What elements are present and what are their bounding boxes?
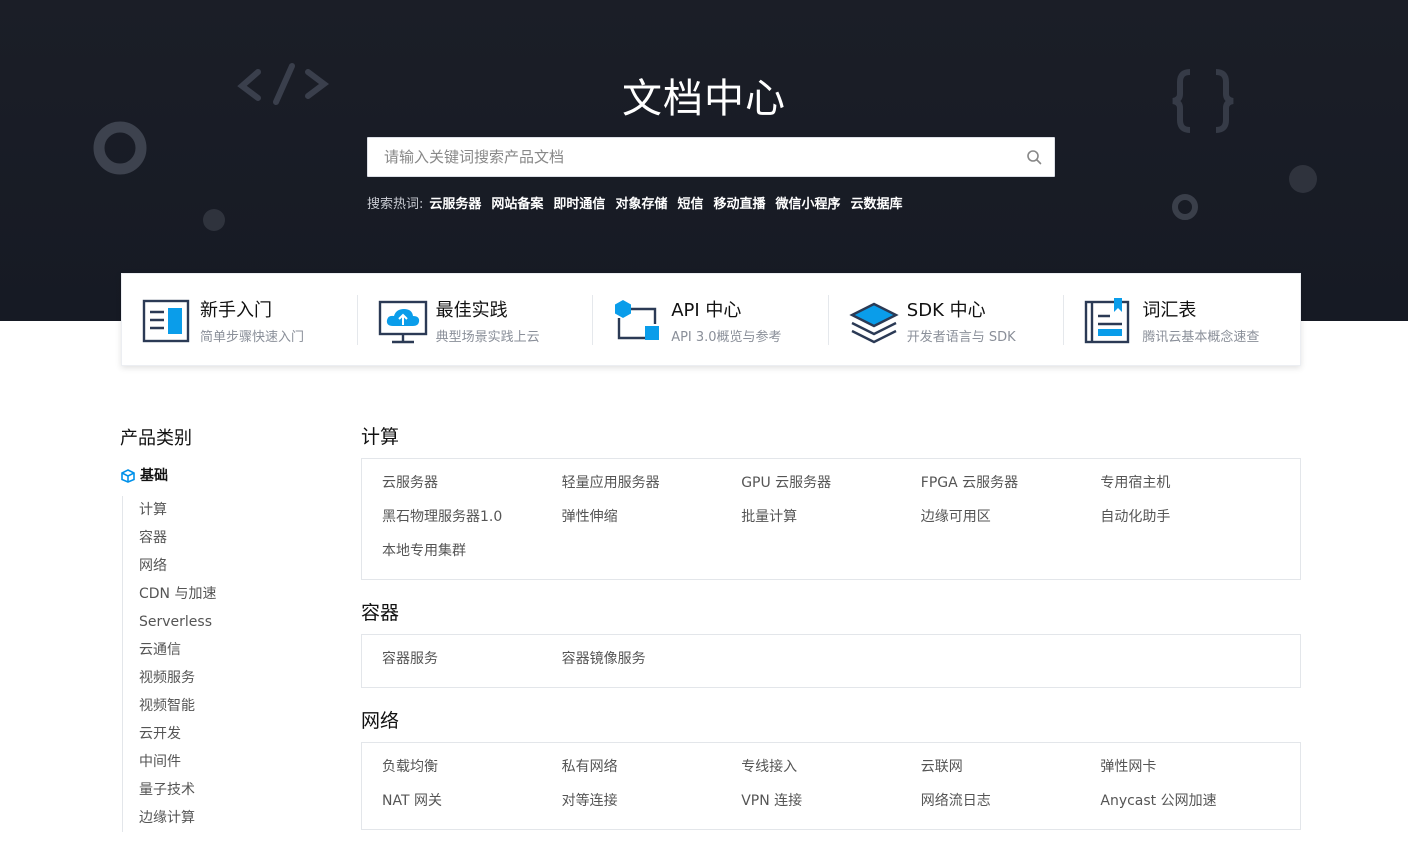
hot-keyword[interactable]: 即时通信 <box>553 197 605 212</box>
sidebar-item-edge[interactable]: 边缘计算 <box>139 804 330 832</box>
sidebar-item-serverless[interactable]: Serverless <box>139 608 330 636</box>
quick-link-desc: API 3.0概览与参考 <box>671 330 782 345</box>
product-link[interactable]: 云联网 <box>921 754 1101 788</box>
hot-keyword[interactable]: 对象存储 <box>615 197 667 212</box>
quick-link-getting-started[interactable]: 新手入门 简单步骤快速入门 <box>122 274 358 367</box>
product-link[interactable]: 网络流日志 <box>921 788 1101 822</box>
product-link[interactable]: 负载均衡 <box>382 754 562 788</box>
quick-link-api-center[interactable]: API 中心 API 3.0概览与参考 <box>593 274 829 367</box>
ring-decoration-right <box>1172 194 1198 220</box>
product-link[interactable]: 专线接入 <box>741 754 921 788</box>
sidebar-item-communication[interactable]: 云通信 <box>139 636 330 664</box>
hot-keyword[interactable]: 移动直播 <box>713 197 765 212</box>
quick-link-best-practice[interactable]: 最佳实践 典型场景实践上云 <box>358 274 594 367</box>
sidebar-item-cloud-dev[interactable]: 云开发 <box>139 720 330 748</box>
product-panel: 云服务器 轻量应用服务器 GPU 云服务器 FPGA 云服务器 专用宿主机 黑石… <box>361 458 1301 580</box>
search-icon[interactable] <box>1026 149 1042 165</box>
dot-decoration-right <box>1289 165 1317 193</box>
sidebar-item-compute[interactable]: 计算 <box>139 496 330 524</box>
quick-link-glossary[interactable]: 词汇表 腾讯云基本概念速查 <box>1064 274 1300 367</box>
sidebar-item-middleware[interactable]: 中间件 <box>139 748 330 776</box>
cloud-monitor-icon <box>378 300 427 344</box>
hot-keywords: 搜索热词: 云服务器 网站备案 即时通信 对象存储 短信 移动直播 微信小程序 云数据库 <box>367 193 907 212</box>
product-link[interactable]: 专用宿主机 <box>1100 470 1280 504</box>
sidebar-title: 产品类别 <box>120 428 192 449</box>
product-link[interactable]: 容器服务 <box>382 646 562 680</box>
dot-decoration <box>203 209 225 231</box>
quick-link-desc: 开发者语言与 SDK <box>906 330 1016 345</box>
search-input[interactable] <box>368 138 1008 176</box>
product-link[interactable]: 私有网络 <box>562 754 742 788</box>
quick-link-title: SDK 中心 <box>906 300 986 321</box>
section-title: 计算 <box>361 426 400 448</box>
section-compute: 计算 云服务器 轻量应用服务器 GPU 云服务器 FPGA 云服务器 专用宿主机… <box>361 424 1301 580</box>
quick-link-title: 新手入门 <box>200 300 272 321</box>
product-link[interactable]: 容器镜像服务 <box>562 646 742 680</box>
quick-link-title: API 中心 <box>671 300 742 321</box>
layers-icon <box>849 302 899 344</box>
sidebar-item-video-ai[interactable]: 视频智能 <box>139 692 330 720</box>
product-link[interactable]: 批量计算 <box>741 504 921 538</box>
sidebar-item-network[interactable]: 网络 <box>139 552 330 580</box>
hot-keywords-label: 搜索热词: <box>367 197 424 212</box>
product-link[interactable]: 对等连接 <box>562 788 742 822</box>
category-list: 计算 容器 网络 CDN 与加速 Serverless 云通信 视频服务 视频智… <box>122 496 330 832</box>
hot-keyword[interactable]: 云服务器 <box>429 197 481 212</box>
product-link[interactable]: 轻量应用服务器 <box>562 470 742 504</box>
glossary-icon <box>1085 298 1130 344</box>
product-link[interactable]: 云服务器 <box>382 470 562 504</box>
hot-keyword[interactable]: 云数据库 <box>851 197 903 212</box>
product-link[interactable]: FPGA 云服务器 <box>921 470 1101 504</box>
product-panel: 容器服务 容器镜像服务 <box>361 634 1301 688</box>
category-basic[interactable]: 基础 <box>120 464 330 488</box>
quick-link-title: 最佳实践 <box>435 300 508 321</box>
quick-link-sdk-center[interactable]: SDK 中心 开发者语言与 SDK <box>829 274 1065 367</box>
hot-keyword[interactable]: 微信小程序 <box>775 197 840 212</box>
quick-link-title: 词汇表 <box>1142 300 1197 321</box>
product-sections: 计算 云服务器 轻量应用服务器 GPU 云服务器 FPGA 云服务器 专用宿主机… <box>361 424 1301 850</box>
page-title: 文档中心 <box>622 76 786 122</box>
search-box <box>367 137 1055 177</box>
product-panel: 负载均衡 私有网络 专线接入 云联网 弹性网卡 NAT 网关 对等连接 VPN … <box>361 742 1301 830</box>
sidebar-item-cdn[interactable]: CDN 与加速 <box>139 580 330 608</box>
category-label: 基础 <box>140 468 168 484</box>
book-icon <box>142 299 190 343</box>
product-link[interactable]: GPU 云服务器 <box>741 470 921 504</box>
product-link[interactable]: 自动化助手 <box>1100 504 1280 538</box>
product-link[interactable]: NAT 网关 <box>382 788 562 822</box>
sidebar-item-video-service[interactable]: 视频服务 <box>139 664 330 692</box>
section-title: 容器 <box>361 602 400 624</box>
cube-icon <box>121 469 135 483</box>
quick-link-desc: 典型场景实践上云 <box>435 330 540 345</box>
section-container: 容器 容器服务 容器镜像服务 <box>361 600 1301 688</box>
product-link[interactable]: 弹性伸缩 <box>562 504 742 538</box>
product-category-sidebar: 产品类别 基础 计算 容器 网络 CDN 与加速 Serverless 云通信 … <box>120 424 330 832</box>
quick-link-desc: 简单步骤快速入门 <box>200 330 305 345</box>
sidebar-item-quantum[interactable]: 量子技术 <box>139 776 330 804</box>
quick-link-desc: 腾讯云基本概念速查 <box>1142 330 1260 345</box>
sidebar-item-container[interactable]: 容器 <box>139 524 330 552</box>
product-link[interactable]: VPN 连接 <box>741 788 921 822</box>
product-link[interactable]: 弹性网卡 <box>1100 754 1280 788</box>
hot-keyword[interactable]: 短信 <box>677 197 703 212</box>
product-link[interactable]: Anycast 公网加速 <box>1100 788 1280 822</box>
ring-decoration <box>93 121 147 175</box>
api-flow-icon <box>615 300 660 340</box>
hot-keyword[interactable]: 网站备案 <box>491 197 543 212</box>
quick-links-bar: 新手入门 简单步骤快速入门 最佳实践 典型场景实践上云 API 中心 API 3… <box>121 273 1301 366</box>
product-link[interactable]: 边缘可用区 <box>921 504 1101 538</box>
product-link[interactable]: 黑石物理服务器1.0 <box>382 504 562 538</box>
section-network: 网络 负载均衡 私有网络 专线接入 云联网 弹性网卡 NAT 网关 对等连接 V… <box>361 708 1301 830</box>
section-title: 网络 <box>361 710 400 732</box>
product-link[interactable]: 本地专用集群 <box>382 538 562 572</box>
